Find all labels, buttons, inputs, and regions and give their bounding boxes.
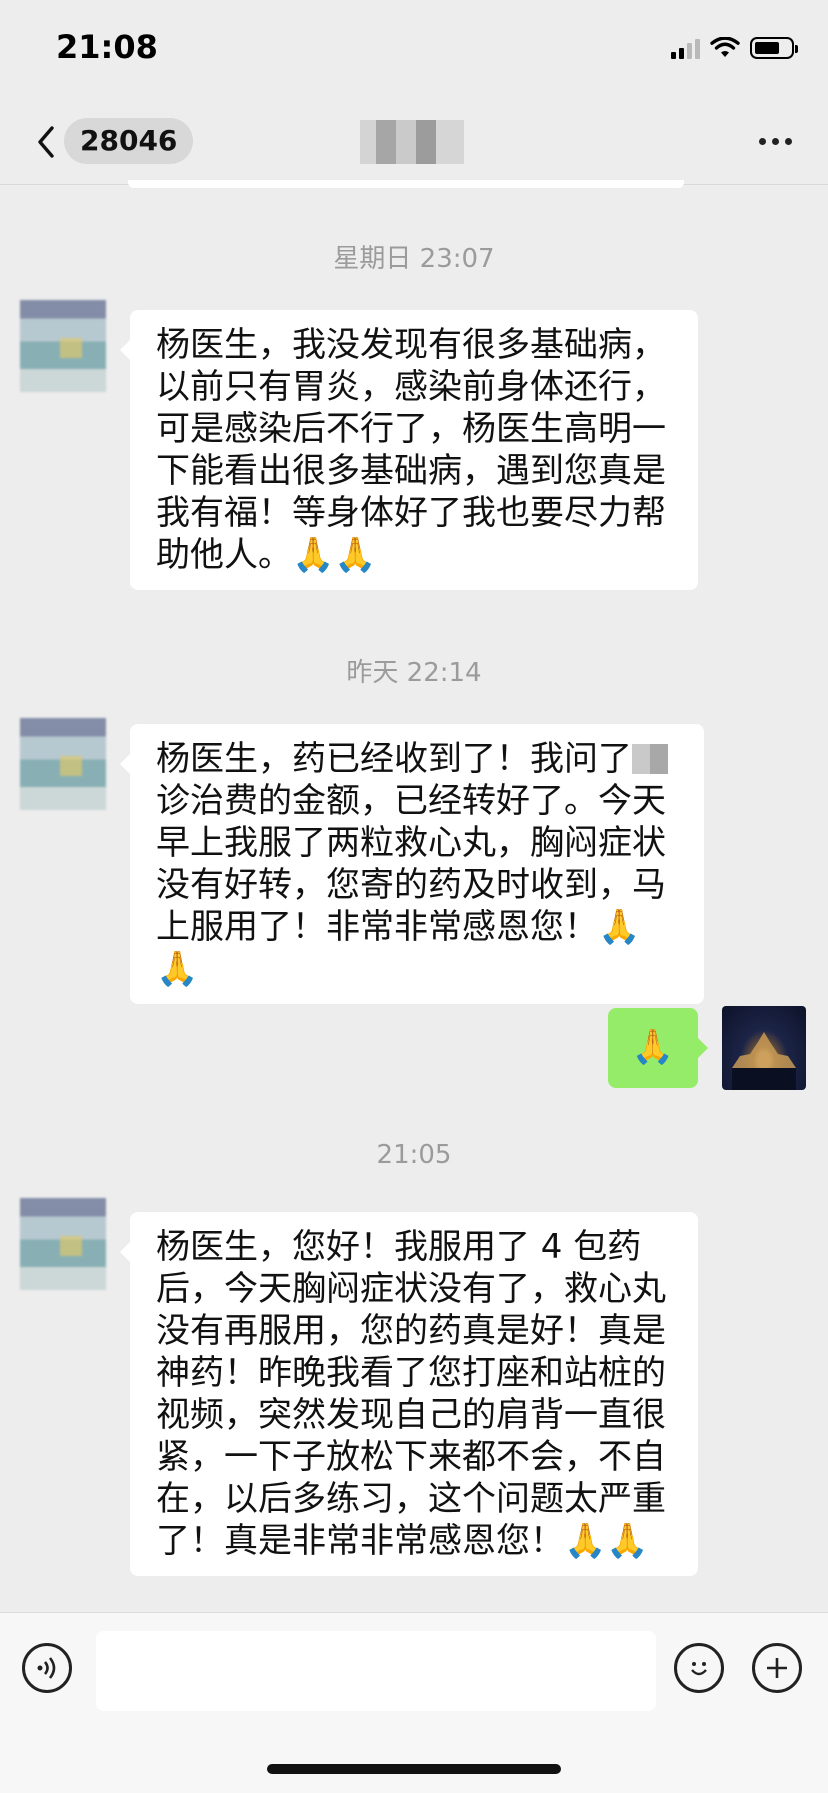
unread-count-badge[interactable]: 28046	[64, 118, 194, 164]
message-timestamp: 星期日 23:07	[333, 244, 495, 274]
status-bar: 21:08	[0, 0, 828, 100]
outgoing-message-bubble[interactable]: 🙏	[608, 1008, 708, 1088]
incoming-message-bubble[interactable]: 杨医生，您好！我服用了 4 包药 后，今天胸闷症状没有了，救心丸 没有再服用，您…	[120, 1212, 698, 1576]
plus-icon[interactable]	[752, 1643, 802, 1693]
my-avatar[interactable]	[722, 1006, 806, 1090]
chat-title-blurred	[360, 120, 464, 164]
voice-icon[interactable]	[22, 1643, 72, 1693]
more-dots-icon[interactable]	[759, 138, 792, 145]
contact-avatar[interactable]	[20, 1198, 106, 1290]
redacted-text	[632, 744, 668, 774]
signal-icon	[671, 37, 700, 59]
emoji-icon[interactable]	[674, 1643, 724, 1693]
message-text: 诊治费的金额，已经转好了。今天 早上我服了两粒救心丸，胸闷症状 没有好转，您寄的…	[156, 781, 666, 989]
status-time: 21:08	[56, 28, 158, 66]
incoming-message-bubble[interactable]: 杨医生，药已经收到了！我问了 诊治费的金额，已经转好了。今天 早上我服了两粒救心…	[120, 724, 704, 1004]
message-timestamp: 21:05	[376, 1140, 452, 1170]
message-input[interactable]	[96, 1631, 656, 1711]
message-text: 杨医生，药已经收到了！我问了	[156, 739, 632, 779]
chat-header: 28046	[0, 100, 828, 185]
message-timestamp: 昨天 22:14	[346, 658, 482, 688]
battery-icon	[750, 37, 798, 59]
contact-avatar[interactable]	[20, 718, 106, 810]
wifi-icon	[710, 37, 740, 57]
chevron-left-icon[interactable]	[30, 120, 62, 164]
previous-message-bubble	[128, 180, 684, 188]
system-icons	[671, 34, 798, 62]
incoming-message-bubble[interactable]: 杨医生，我没发现有很多基础病， 以前只有胃炎，感染前身体还行， 可是感染后不行了…	[120, 310, 698, 590]
home-indicator	[267, 1764, 561, 1774]
contact-avatar[interactable]	[20, 300, 106, 392]
